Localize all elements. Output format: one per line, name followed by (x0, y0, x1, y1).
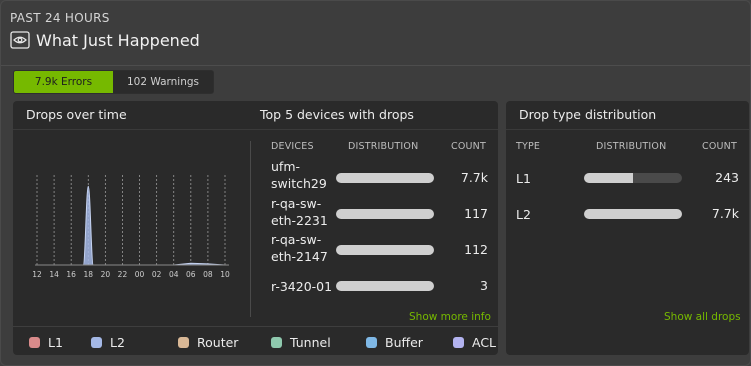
col-type: TYPE (516, 141, 541, 152)
legend: L1 L2 Router Tunnel Buffer ACL (29, 334, 503, 350)
widget-header: What Just Happened (10, 29, 200, 51)
legend-swatch (29, 336, 40, 348)
time-range-label: PAST 24 HOURS (10, 11, 110, 25)
x-tick-label: 06 (186, 270, 196, 279)
device-distribution-bar (336, 245, 434, 255)
device-distribution-bar (336, 281, 434, 291)
col-devices: DEVICES (271, 141, 314, 152)
drop-type-distribution-bar (584, 173, 682, 183)
legend-item-router[interactable]: Router (178, 335, 271, 350)
header-divider (1, 65, 751, 66)
legend-label: Tunnel (290, 334, 331, 350)
x-tick-label: 22 (118, 270, 128, 279)
widget-title: What Just Happened (36, 30, 200, 50)
distribution-fill (584, 173, 633, 183)
drop-type-name[interactable]: L1 (516, 170, 531, 187)
drops-over-time-title: Drops over time (26, 107, 127, 122)
legend-item-l2[interactable]: L2 (91, 335, 178, 350)
legend-swatch (453, 336, 464, 348)
col-count: COUNT (451, 141, 486, 152)
legend-swatch (178, 336, 189, 348)
device-distribution-bar (336, 173, 434, 183)
drops-area (37, 185, 226, 266)
top-devices-title: Top 5 devices with drops (260, 107, 414, 122)
x-tick-label: 02 (152, 270, 162, 279)
x-tick-label: 20 (101, 270, 111, 279)
drops-over-time-chart: 12 14 16 18 20 22 00 02 04 06 08 10 (33, 175, 230, 279)
legend-divider (13, 326, 498, 327)
device-count: 117 (464, 206, 488, 221)
legend-swatch (91, 336, 102, 348)
device-name[interactable]: ufm-switch29 (271, 158, 333, 192)
x-tick-label: 00 (135, 270, 145, 279)
x-tick-label: 10 (220, 270, 230, 279)
card-header-divider (506, 129, 749, 130)
tab-warnings[interactable]: 102 Warnings (113, 71, 213, 93)
x-tick-label: 08 (203, 270, 213, 279)
legend-label: Router (197, 334, 239, 350)
device-count: 7.7k (460, 170, 488, 185)
severity-tabs: 7.9k Errors 102 Warnings (13, 70, 214, 94)
legend-swatch (271, 336, 282, 348)
legend-label: L2 (110, 334, 125, 350)
device-name[interactable]: r-qa-sw-eth-2231 (271, 195, 333, 229)
legend-label: L1 (48, 334, 63, 350)
legend-swatch (366, 336, 377, 348)
legend-label: ACL (472, 334, 497, 350)
x-tick-label: 14 (49, 270, 59, 279)
x-tick-label: 04 (169, 270, 179, 279)
drop-type-title: Drop type distribution (519, 107, 657, 122)
x-tick-label: 18 (83, 270, 93, 279)
x-tick-label: 12 (33, 270, 42, 279)
show-more-info-link[interactable]: Show more info (409, 311, 491, 323)
tab-errors[interactable]: 7.9k Errors (14, 71, 113, 93)
legend-item-acl[interactable]: ACL (453, 335, 503, 350)
section-divider (250, 141, 251, 317)
legend-item-buffer[interactable]: Buffer (366, 335, 453, 350)
device-name[interactable]: r-qa-sw-eth-2147 (271, 231, 333, 265)
drops-card: Drops over time Top 5 devices with drops… (13, 101, 498, 355)
drop-type-count: 243 (715, 170, 739, 185)
drop-type-card: Drop type distribution TYPE DISTRIBUTION… (506, 101, 749, 355)
eye-icon (10, 31, 30, 49)
drop-type-distribution-bar (584, 209, 682, 219)
device-distribution-bar (336, 209, 434, 219)
x-tick-label: 16 (66, 270, 76, 279)
col-distribution: DISTRIBUTION (348, 141, 419, 152)
device-count: 112 (464, 242, 488, 257)
legend-item-l1[interactable]: L1 (29, 335, 91, 350)
device-count: 3 (480, 278, 488, 293)
show-all-drops-link[interactable]: Show all drops (664, 311, 741, 323)
col-distribution: DISTRIBUTION (596, 141, 667, 152)
drop-type-count: 7.7k (711, 206, 739, 221)
drop-type-name[interactable]: L2 (516, 206, 531, 223)
legend-item-tunnel[interactable]: Tunnel (271, 335, 366, 350)
card-header-divider (13, 129, 498, 130)
col-count: COUNT (702, 141, 737, 152)
what-just-happened-widget: PAST 24 HOURS What Just Happened 7.9k Er… (0, 0, 751, 366)
legend-label: Buffer (385, 334, 423, 350)
